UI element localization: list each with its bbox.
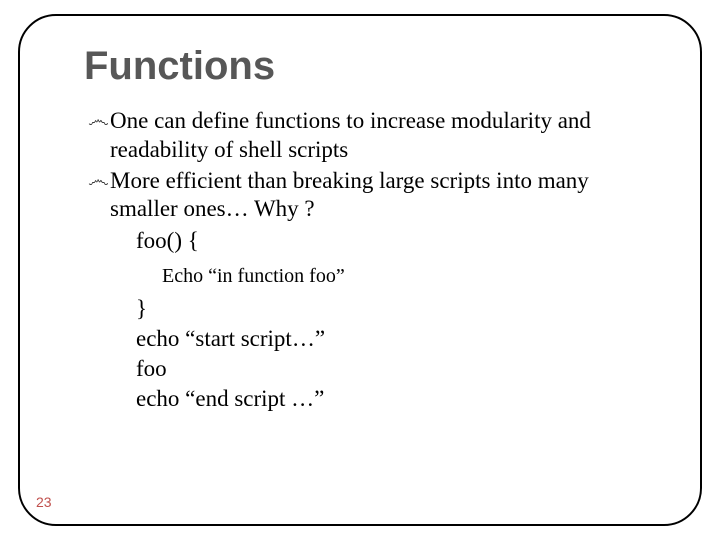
slide-title: Functions	[84, 44, 654, 89]
bullet-item: ෴ More efficient than breaking large scr…	[88, 167, 644, 225]
code-line-inner: Echo “in function foo”	[162, 262, 644, 290]
code-line: }	[136, 294, 644, 324]
bullet-swirl-icon: ෴	[88, 107, 110, 133]
code-line: foo	[136, 354, 644, 384]
bullet-text: More efficient than breaking large scrip…	[110, 167, 644, 225]
code-line: echo “end script …”	[136, 384, 644, 414]
page-number: 23	[36, 494, 52, 510]
code-line: foo() {	[136, 226, 644, 256]
bullet-list: ෴ One can define functions to increase m…	[88, 107, 644, 413]
bullet-swirl-icon: ෴	[88, 167, 110, 193]
bullet-text: One can define functions to increase mod…	[110, 107, 644, 165]
code-line: echo “start script…”	[136, 324, 644, 354]
slide: Functions ෴ One can define functions to …	[0, 0, 720, 540]
slide-frame: Functions ෴ One can define functions to …	[18, 14, 702, 526]
bullet-item: ෴ One can define functions to increase m…	[88, 107, 644, 165]
